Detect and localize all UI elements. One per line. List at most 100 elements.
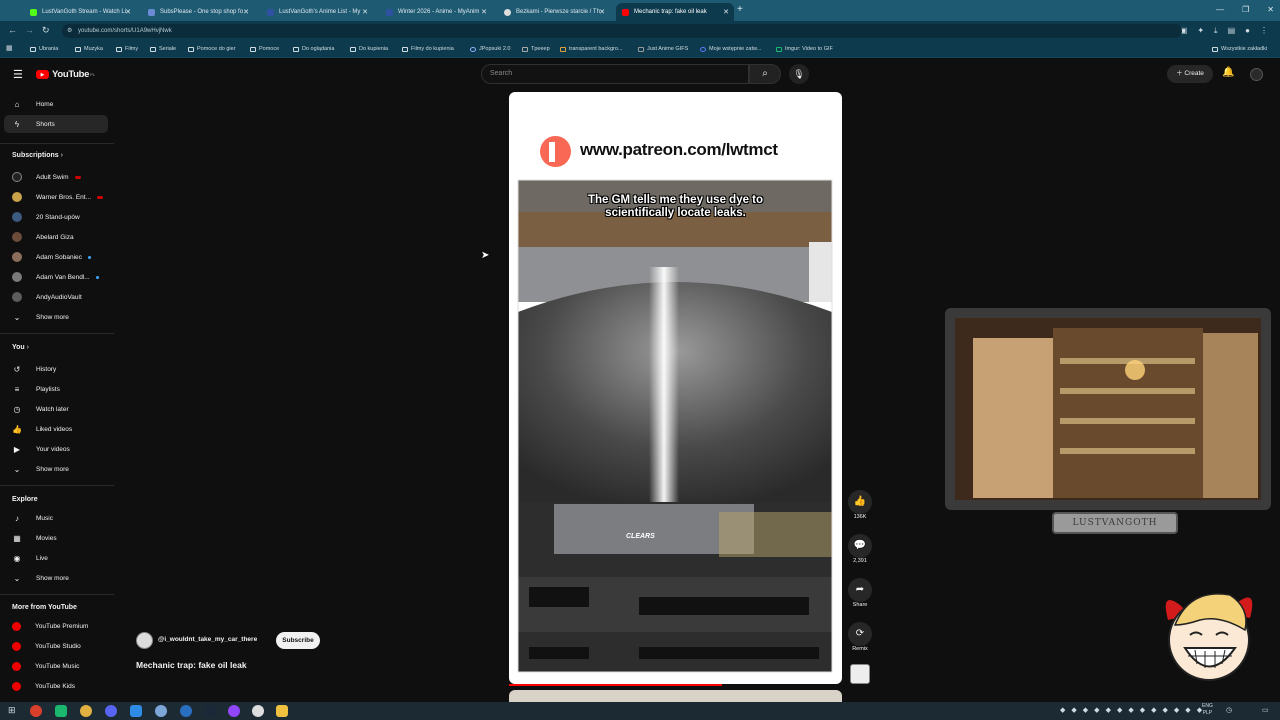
channel-avatar[interactable] xyxy=(136,632,153,649)
app-taskbar-icon[interactable] xyxy=(55,705,67,717)
tray-icon[interactable]: ◆ xyxy=(1060,706,1065,714)
profile-icon[interactable]: ● xyxy=(1245,26,1250,36)
sidebar-item-live[interactable]: ◉ Live xyxy=(12,551,48,565)
reload-icon[interactable]: ↻ xyxy=(42,25,50,36)
notifications-bell-icon[interactable]: 🔔 xyxy=(1222,67,1234,78)
channel-handle[interactable]: @i_wouldnt_take_my_car_there xyxy=(158,636,257,643)
tray-icon[interactable]: ◆ xyxy=(1163,706,1168,714)
tray-icon[interactable]: ◆ xyxy=(1106,706,1111,714)
app-taskbar-icon[interactable] xyxy=(180,705,192,717)
sidebar-item-youtube-kids[interactable]: YouTube Kids xyxy=(12,679,75,693)
tray-icon[interactable]: ◆ xyxy=(1185,706,1190,714)
start-menu-icon[interactable]: ⊞ xyxy=(8,705,16,716)
tray-icon[interactable]: ◆ xyxy=(1151,706,1156,714)
sidebar-subscription[interactable]: AndyAudioVault xyxy=(12,290,82,304)
close-icon[interactable]: ✕ xyxy=(125,8,131,16)
new-tab-icon[interactable]: + xyxy=(737,4,743,15)
sidebar-item-history[interactable]: ↺ History xyxy=(12,362,57,376)
tray-icon[interactable]: ◆ xyxy=(1071,706,1076,714)
tray-icon[interactable]: ◆ xyxy=(1128,706,1133,714)
steam-taskbar-icon[interactable] xyxy=(204,705,216,717)
bookmark-folder[interactable]: Muzyka xyxy=(75,46,103,52)
app-taskbar-icon[interactable] xyxy=(252,705,264,717)
sidebar-item-movies[interactable]: ▦ Movies xyxy=(12,531,56,545)
url-bar[interactable]: ⚙ youtube.com/shorts/U1A9wHvjNwk xyxy=(62,24,1182,38)
bookmark-folder[interactable]: Filmy do kupienia xyxy=(402,46,454,52)
back-icon[interactable]: ← xyxy=(8,25,17,35)
sidebar-item-shorts[interactable]: ϟ Shorts xyxy=(12,117,55,131)
minimize-icon[interactable]: — xyxy=(1216,5,1224,14)
tab-6-active[interactable]: Mechanic trap: fake oil leak ✕ xyxy=(616,3,734,21)
short-title[interactable]: Mechanic trap: fake oil leak xyxy=(136,660,247,670)
sidebar-item-music[interactable]: ♪ Music xyxy=(12,511,53,525)
next-short-preview[interactable] xyxy=(509,690,842,702)
sidebar-show-more[interactable]: ⌄ Show more xyxy=(12,462,69,476)
sidebar-item-youtube-music[interactable]: YouTube Music xyxy=(12,659,79,673)
tray-icon[interactable]: ◆ xyxy=(1094,706,1099,714)
bookmark-folder[interactable]: Pomoce xyxy=(250,46,279,52)
all-bookmarks[interactable]: Wszystkie zakładki xyxy=(1212,46,1267,52)
app-taskbar-icon[interactable] xyxy=(130,705,142,717)
close-icon[interactable]: ✕ xyxy=(362,8,368,16)
bookmark-folder[interactable]: Ubrania xyxy=(30,46,58,52)
bookmark-link[interactable]: Tpeeep xyxy=(522,46,550,52)
search-button[interactable]: ⌕ xyxy=(749,64,781,84)
close-icon[interactable]: ✕ xyxy=(243,8,249,16)
chrome-taskbar-icon[interactable] xyxy=(30,705,42,717)
apps-icon[interactable]: ▦ xyxy=(6,44,13,52)
clock-tray-icon[interactable]: ◷ xyxy=(1226,706,1232,714)
youtube-logo[interactable]: ▶ YouTube PL xyxy=(36,69,95,80)
discord-taskbar-icon[interactable] xyxy=(105,705,117,717)
share-button[interactable]: ➦ xyxy=(848,578,872,602)
sidebar-subscription[interactable]: 20 Stand-upów xyxy=(12,210,80,224)
avatar[interactable] xyxy=(1250,68,1263,81)
remix-button[interactable]: ⟳ xyxy=(848,622,872,646)
sidebar-item-liked-videos[interactable]: 👍 Liked videos xyxy=(12,422,72,436)
sidebar-subscription[interactable]: Adult Swim xyxy=(12,170,81,184)
tray-icon[interactable]: ◆ xyxy=(1083,706,1088,714)
restore-icon[interactable]: ❐ xyxy=(1242,5,1249,14)
tab-2[interactable]: SubsPlease - One stop shop fo ✕ xyxy=(142,3,254,21)
sidebar-subscription[interactable]: Warner Bros. Ent... xyxy=(12,190,104,204)
close-icon[interactable]: ✕ xyxy=(723,8,729,16)
bookmark-link[interactable]: Just Anime GIFS xyxy=(638,46,688,52)
sidebar-item-youtube-studio[interactable]: YouTube Studio xyxy=(12,639,81,653)
app-taskbar-icon[interactable] xyxy=(155,705,167,717)
video-progress-bar[interactable] xyxy=(509,684,722,686)
hamburger-menu-icon[interactable]: ☰ xyxy=(13,68,23,81)
bookmark-folder[interactable]: Do oglądania xyxy=(293,46,334,52)
bookmark-folder[interactable]: Seriale xyxy=(150,46,176,52)
tab-4[interactable]: Winter 2026 - Anime - MyAnim ✕ xyxy=(380,3,492,21)
bookmark-folder[interactable]: Filmy xyxy=(116,46,138,52)
subscribe-button[interactable]: Subscribe xyxy=(276,632,320,649)
sidebar-item-home[interactable]: ⌂ Home xyxy=(12,97,54,111)
bookmark-link[interactable]: transparent backgro... xyxy=(560,46,623,52)
you-header[interactable]: You › xyxy=(12,344,29,351)
twitch-taskbar-icon[interactable] xyxy=(228,705,240,717)
tray-icon[interactable]: ◆ xyxy=(1174,706,1179,714)
bookmark-link[interactable]: JPopsuki 2.0 xyxy=(470,46,511,52)
close-window-icon[interactable]: ✕ xyxy=(1267,5,1274,14)
tab-5[interactable]: Bezkami - Pierwsze starcie / Th ✕ xyxy=(498,3,610,21)
menu-icon[interactable]: ⋮ xyxy=(1260,26,1268,36)
puzzle-icon[interactable]: ✦ xyxy=(1197,26,1204,36)
voice-search-button[interactable]: 🎙 xyxy=(789,64,809,84)
bookmark-folder[interactable]: Do kupienia xyxy=(350,46,388,52)
tray-icon[interactable]: ◆ xyxy=(1140,706,1145,714)
folder-taskbar-icon[interactable] xyxy=(276,705,288,717)
sound-thumbnail[interactable] xyxy=(850,664,870,684)
sidebar-subscription[interactable]: Abelard Giza xyxy=(12,230,74,244)
sidebar-item-your-videos[interactable]: ▶ Your videos xyxy=(12,442,70,456)
close-icon[interactable]: ✕ xyxy=(599,8,605,16)
app-taskbar-icon[interactable] xyxy=(80,705,92,717)
comments-button[interactable]: 💬 xyxy=(848,534,872,558)
split-icon[interactable]: ▤ xyxy=(1228,26,1236,36)
sidebar-item-youtube-premium[interactable]: YouTube Premium xyxy=(12,619,88,633)
sidebar-show-more[interactable]: ⌄ Show more xyxy=(12,310,69,324)
site-info-icon[interactable]: ⚙ xyxy=(67,24,72,38)
sidebar-subscription[interactable]: Adam Van Bendl... xyxy=(12,270,99,284)
create-button[interactable]: ＋ Create xyxy=(1167,65,1213,83)
short-video-player[interactable]: www.patreon.com/lwtmct The GM tells me t… xyxy=(509,92,842,684)
sidebar-subscription[interactable]: Adam Sobaniec xyxy=(12,250,91,264)
notifications-tray-icon[interactable]: ▭ xyxy=(1262,706,1269,714)
